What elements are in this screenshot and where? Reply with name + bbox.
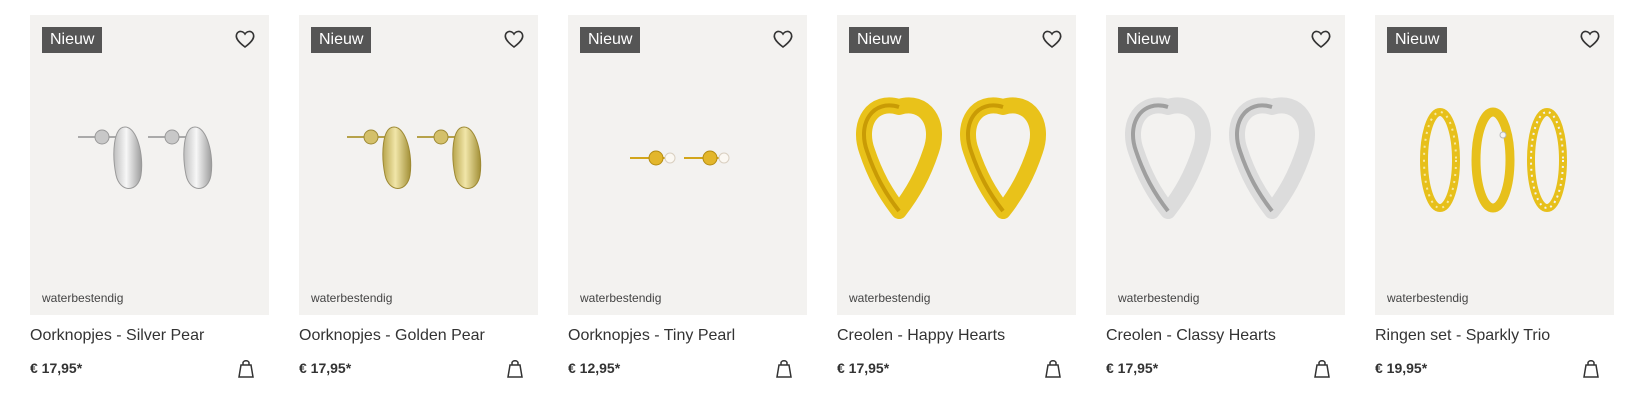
product-title[interactable]: Oorknopjes - Silver Pear [30, 327, 269, 345]
product-card[interactable]: Nieuw waterbestendig Creolen - Happy Hea… [837, 15, 1076, 379]
product-image[interactable]: Nieuw waterbestendig [568, 15, 807, 315]
product-price: € 17,95* [30, 360, 83, 376]
heart-outline-icon[interactable] [1309, 27, 1333, 51]
new-badge: Nieuw [311, 27, 372, 53]
gold-ring-set-image [1420, 107, 1567, 213]
product-title[interactable]: Oorknopjes - Tiny Pearl [568, 327, 807, 345]
shopping-bag-icon[interactable] [1311, 357, 1333, 379]
waterproof-tag: waterbestendig [580, 291, 662, 305]
new-badge: Nieuw [42, 27, 103, 53]
price-row: € 17,95* [1106, 357, 1345, 379]
product-card[interactable]: Nieuw waterbestendig Oorknopjes - Tiny P… [568, 15, 807, 379]
product-image[interactable]: Nieuw waterbestendig [30, 15, 269, 315]
waterproof-tag: waterbestendig [311, 291, 393, 305]
price-row: € 19,95* [1375, 357, 1614, 379]
tiny-pearl-earrings-image [630, 150, 730, 166]
heart-outline-icon[interactable] [1578, 27, 1602, 51]
product-card[interactable]: Nieuw waterbestendig Oorknopjes - Golden… [299, 15, 538, 379]
new-badge: Nieuw [1387, 27, 1448, 53]
product-card[interactable]: Nieuw waterbestendig Ringen set - Sparkl… [1375, 15, 1614, 379]
shopping-bag-icon[interactable] [773, 357, 795, 379]
price-row: € 17,95* [299, 357, 538, 379]
product-grid: Nieuw waterbestendig Oorknopjes - Silver… [30, 15, 1614, 379]
shopping-bag-icon[interactable] [1580, 357, 1602, 379]
waterproof-tag: waterbestendig [849, 291, 931, 305]
gold-heart-hoops-image [856, 97, 1046, 219]
heart-outline-icon[interactable] [502, 27, 526, 51]
golden-pear-earrings-image [347, 126, 482, 189]
product-card[interactable]: Nieuw waterbestendig Creolen - Classy He… [1106, 15, 1345, 379]
new-badge: Nieuw [1118, 27, 1179, 53]
price-row: € 17,95* [837, 357, 1076, 379]
waterproof-tag: waterbestendig [1387, 291, 1469, 305]
heart-outline-icon[interactable] [771, 27, 795, 51]
product-title[interactable]: Ringen set - Sparkly Trio [1375, 327, 1614, 345]
product-title[interactable]: Creolen - Happy Hearts [837, 327, 1076, 345]
heart-outline-icon[interactable] [1040, 27, 1064, 51]
price-row: € 17,95* [30, 357, 269, 379]
shopping-bag-icon[interactable] [1042, 357, 1064, 379]
product-image[interactable]: Nieuw waterbestendig [299, 15, 538, 315]
product-image[interactable]: Nieuw waterbestendig [1375, 15, 1614, 315]
product-price: € 12,95* [568, 360, 621, 376]
product-price: € 19,95* [1375, 360, 1428, 376]
price-row: € 12,95* [568, 357, 807, 379]
product-card[interactable]: Nieuw waterbestendig Oorknopjes - Silver… [30, 15, 269, 379]
heart-outline-icon[interactable] [233, 27, 257, 51]
product-price: € 17,95* [1106, 360, 1159, 376]
silver-heart-hoops-image [1125, 97, 1315, 219]
waterproof-tag: waterbestendig [1118, 291, 1200, 305]
new-badge: Nieuw [849, 27, 910, 53]
product-title[interactable]: Oorknopjes - Golden Pear [299, 327, 538, 345]
product-price: € 17,95* [837, 360, 890, 376]
shopping-bag-icon[interactable] [504, 357, 526, 379]
product-image[interactable]: Nieuw waterbestendig [1106, 15, 1345, 315]
product-title[interactable]: Creolen - Classy Hearts [1106, 327, 1345, 345]
shopping-bag-icon[interactable] [235, 357, 257, 379]
waterproof-tag: waterbestendig [42, 291, 124, 305]
product-price: € 17,95* [299, 360, 352, 376]
product-image[interactable]: Nieuw waterbestendig [837, 15, 1076, 315]
new-badge: Nieuw [580, 27, 641, 53]
silver-pear-earrings-image [78, 126, 213, 189]
